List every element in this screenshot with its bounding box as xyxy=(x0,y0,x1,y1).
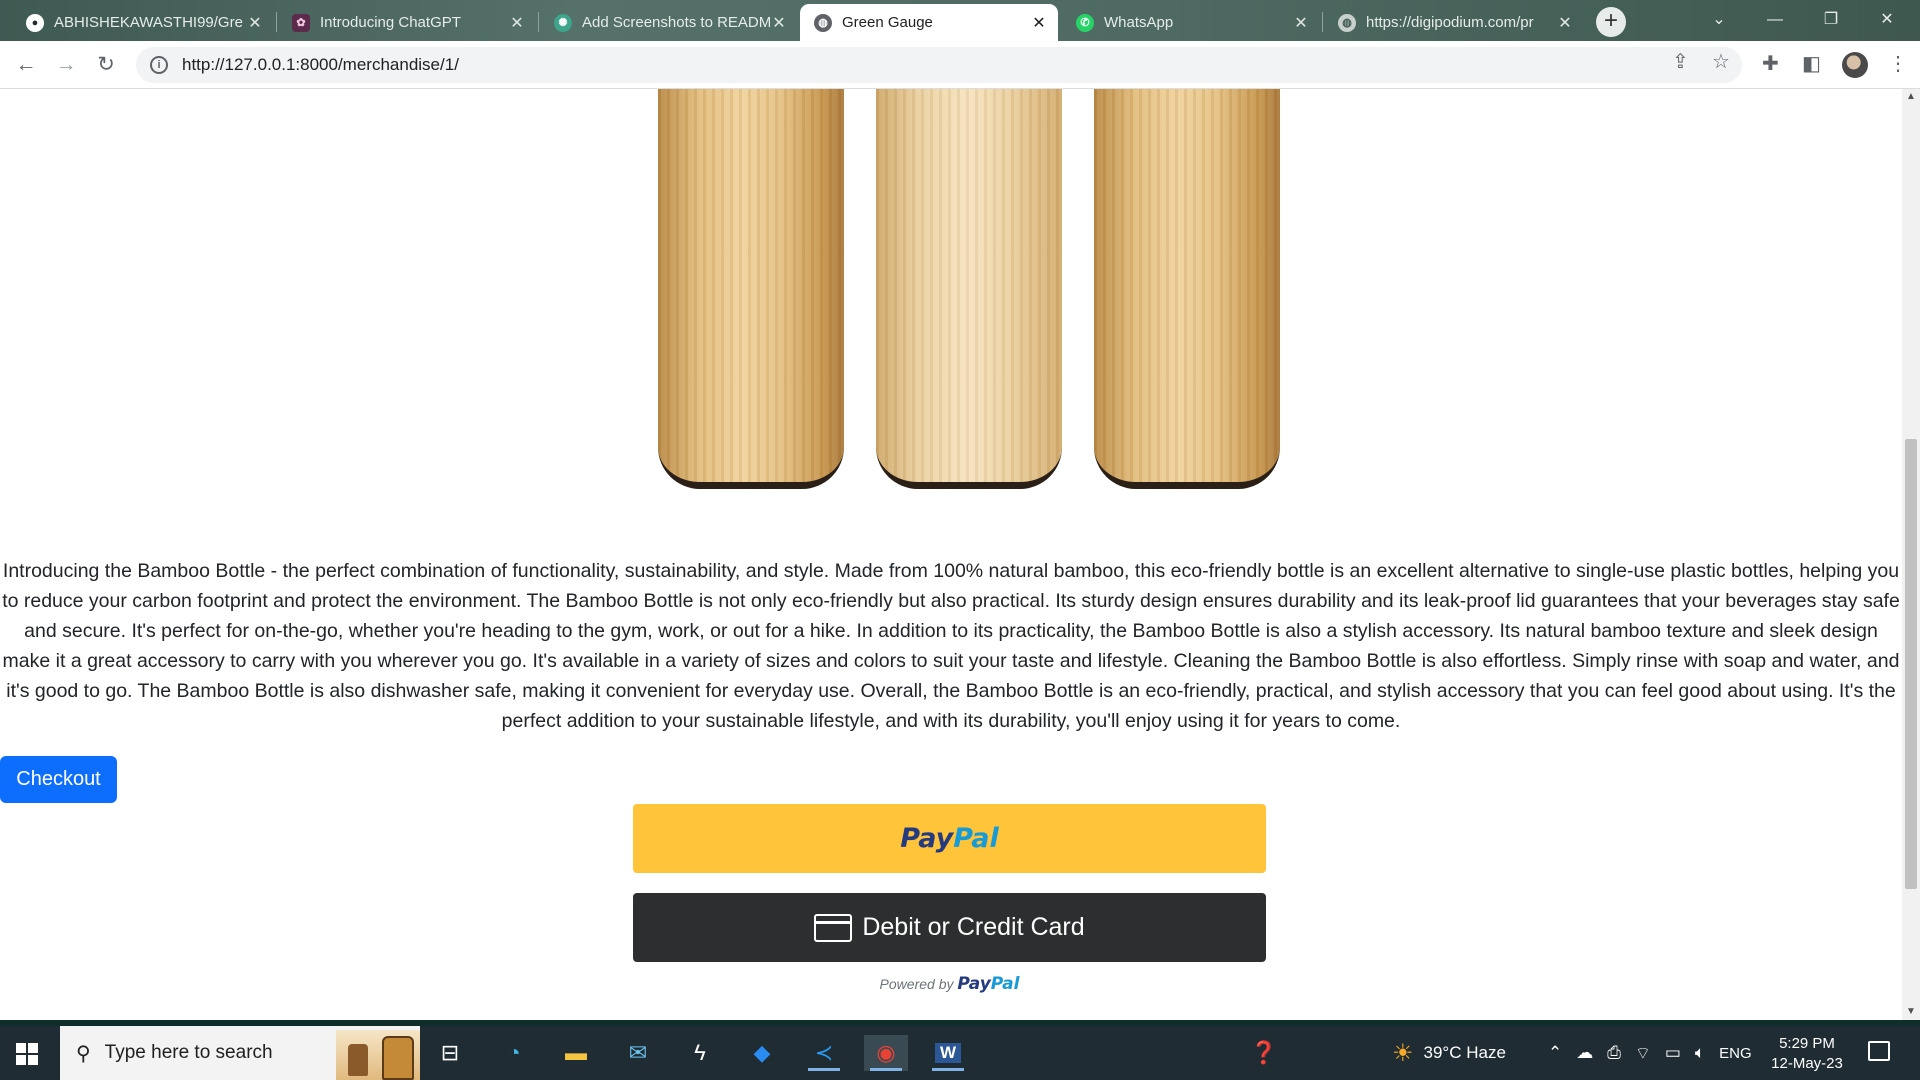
tab-whatsapp[interactable]: ✆ WhatsApp ✕ xyxy=(1062,4,1320,41)
windows-start-icon[interactable] xyxy=(16,1043,38,1065)
bamboo-bottle-image xyxy=(876,89,1062,489)
tab-title: https://digipodium.com/pr xyxy=(1366,14,1534,31)
tab-digipodium[interactable]: ◍ https://digipodium.com/pr ✕ xyxy=(1324,4,1584,41)
globe-icon: ◍ xyxy=(1338,13,1356,32)
close-icon[interactable]: ✕ xyxy=(1556,13,1574,33)
task-view-icon[interactable]: ⊟ xyxy=(428,1035,472,1071)
tab-green-gauge[interactable]: ◍ Green Gauge ✕ xyxy=(800,4,1058,41)
chevron-up-icon[interactable]: ⌃ xyxy=(1548,1043,1562,1063)
close-icon[interactable]: ✕ xyxy=(1030,13,1048,33)
tab-readme[interactable]: ✺ Add Screenshots to READM ✕ xyxy=(540,4,798,41)
credit-card-icon xyxy=(814,913,853,942)
side-panel-icon[interactable]: ◧ xyxy=(1802,51,1821,76)
taskbar-search-box[interactable]: ⚲ Type here to search xyxy=(60,1026,420,1080)
new-tab-button[interactable]: + xyxy=(1596,7,1626,37)
menu-kebab-icon[interactable]: ⋮ xyxy=(1888,51,1908,76)
browser-toolbar: ← → ↻ i http://127.0.0.1:8000/merchandis… xyxy=(0,41,1920,89)
tab-search-dropdown-icon[interactable]: ⌄ xyxy=(1696,6,1742,34)
clock-time: 5:29 PM xyxy=(1779,1035,1835,1052)
powered-by-paypal: Powered by PayPal xyxy=(633,974,1266,994)
search-icon: ⚲ xyxy=(76,1042,91,1065)
reload-button[interactable]: ↻ xyxy=(92,51,120,79)
search-highlight-illustration xyxy=(336,1030,420,1080)
haze-weather-icon: ☀ xyxy=(1392,1039,1414,1067)
tab-strip: ● ABHISHEKAWASTHI99/Gre ✕ ✿ Introducing … xyxy=(0,0,1920,41)
vertical-scrollbar[interactable]: ▲ ▼ xyxy=(1902,89,1920,1020)
cloud-icon[interactable]: ☁ xyxy=(1576,1043,1593,1063)
tab-divider xyxy=(1322,12,1323,32)
whatsapp-icon: ✆ xyxy=(1076,13,1094,32)
close-icon[interactable]: ✕ xyxy=(508,13,526,33)
profile-avatar[interactable] xyxy=(1842,52,1868,78)
tab-title: ABHISHEKAWASTHI99/Gre xyxy=(54,14,243,31)
taskbar-clock[interactable]: 5:29 PM 12-May-23 xyxy=(1764,1034,1850,1074)
bookmark-star-icon[interactable]: ☆ xyxy=(1712,49,1730,74)
back-button[interactable]: ← xyxy=(12,51,40,79)
word-icon[interactable]: W xyxy=(926,1035,970,1071)
volume-icon[interactable]: 🔈︎ xyxy=(1695,1043,1705,1063)
bamboo-bottle-image xyxy=(658,89,844,489)
scroll-up-icon[interactable]: ▲ xyxy=(1902,89,1920,105)
notification-center-icon[interactable] xyxy=(1868,1041,1890,1061)
close-icon[interactable]: ✕ xyxy=(1292,13,1310,33)
tab-title: Add Screenshots to READM xyxy=(582,14,770,31)
bamboo-bottle-image xyxy=(1094,89,1280,489)
scroll-thumb[interactable] xyxy=(1905,439,1917,889)
paypal-button[interactable]: PayPal xyxy=(633,804,1266,873)
vscode-icon[interactable]: ≺ xyxy=(802,1035,846,1071)
paypal-logo: PayPal xyxy=(900,823,999,854)
tab-title: WhatsApp xyxy=(1104,14,1174,31)
paypal-small-logo: PayPal xyxy=(957,974,1020,994)
openai-icon: ✺ xyxy=(554,13,572,32)
dropbox-icon[interactable]: ◆ xyxy=(740,1035,784,1071)
tab-github[interactable]: ● ABHISHEKAWASTHI99/Gre ✕ xyxy=(12,4,274,41)
github-icon: ● xyxy=(26,13,44,32)
powered-by-text: Powered by xyxy=(879,976,954,992)
close-icon[interactable]: ✕ xyxy=(246,13,264,33)
debit-credit-card-button[interactable]: Debit or Credit Card xyxy=(633,893,1266,962)
address-bar[interactable]: i http://127.0.0.1:8000/merchandise/1/ xyxy=(136,47,1742,83)
battery-icon[interactable]: ▭ xyxy=(1665,1043,1681,1063)
restore-button[interactable]: ❐ xyxy=(1808,6,1854,34)
globe-icon: ◍ xyxy=(814,13,832,32)
meet-now-icon[interactable]: ⎙ xyxy=(1607,1043,1621,1063)
card-button-label: Debit or Credit Card xyxy=(862,913,1085,941)
tab-divider xyxy=(276,12,277,32)
checkout-button[interactable]: Checkout xyxy=(0,756,117,803)
close-window-button[interactable]: ✕ xyxy=(1864,6,1910,34)
forward-button[interactable]: → xyxy=(52,51,80,79)
system-tray: ⌃ ☁ ⎙ ⌔ ▭ 🔈︎ ENG xyxy=(1548,1026,1752,1080)
help-icon[interactable]: ❓ xyxy=(1242,1035,1286,1071)
edge-icon[interactable]: ◔ xyxy=(492,1035,536,1071)
extensions-icon[interactable]: ✚ xyxy=(1762,51,1779,76)
site-info-icon[interactable]: i xyxy=(150,56,168,74)
share-icon[interactable]: ⇪ xyxy=(1672,49,1689,74)
scroll-down-icon[interactable]: ▼ xyxy=(1902,1004,1920,1020)
tab-title: Green Gauge xyxy=(842,14,933,31)
product-description: Introducing the Bamboo Bottle - the perf… xyxy=(2,560,1900,732)
chatgpt-icon: ✿ xyxy=(292,13,310,32)
close-icon[interactable]: ✕ xyxy=(770,13,788,33)
product-image xyxy=(600,89,1300,489)
search-placeholder: Type here to search xyxy=(104,1042,273,1063)
app-bolt-icon[interactable]: ϟ xyxy=(678,1035,722,1071)
weather-text: 39°C Haze xyxy=(1423,1043,1506,1062)
chrome-icon[interactable]: ◉ xyxy=(864,1035,908,1071)
clock-date: 12-May-23 xyxy=(1771,1055,1843,1072)
file-explorer-icon[interactable]: ▬ xyxy=(554,1035,598,1071)
language-indicator[interactable]: ENG xyxy=(1719,1045,1752,1062)
weather-widget[interactable]: ☀ 39°C Haze xyxy=(1392,1026,1506,1080)
minimize-button[interactable]: — xyxy=(1752,6,1798,34)
taskbar: ⚲ Type here to search ⊟ ◔ ▬ ✉ ϟ ◆ ≺ ◉ W … xyxy=(0,1026,1920,1080)
url-text[interactable]: http://127.0.0.1:8000/merchandise/1/ xyxy=(182,55,459,75)
tab-chatgpt[interactable]: ✿ Introducing ChatGPT ✕ xyxy=(278,4,536,41)
tab-title: Introducing ChatGPT xyxy=(320,14,461,31)
wifi-icon[interactable]: ⌔ xyxy=(1635,1043,1651,1064)
mail-icon[interactable]: ✉ xyxy=(616,1035,660,1071)
tab-divider xyxy=(538,12,539,32)
page-viewport: Introducing the Bamboo Bottle - the perf… xyxy=(0,89,1902,1020)
